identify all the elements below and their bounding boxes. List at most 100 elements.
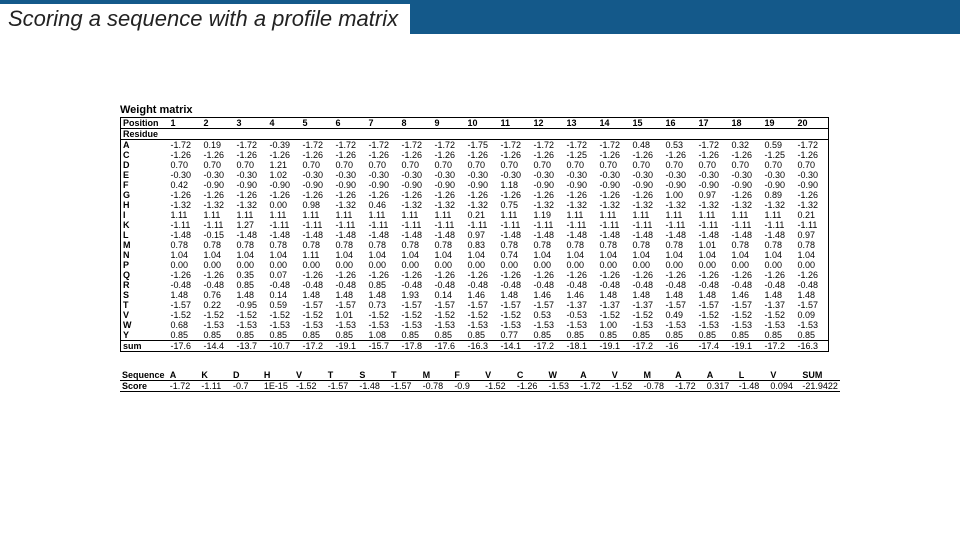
cell: 0.00 <box>400 260 433 270</box>
cell: -1.53 <box>499 320 532 330</box>
cell: 0.53 <box>532 310 565 320</box>
cell: -1.52 <box>433 310 466 320</box>
cell: -1.26 <box>697 150 730 160</box>
cell: 0.78 <box>367 240 400 250</box>
cell: -1.53 <box>546 381 578 392</box>
cell: -1.52 <box>400 310 433 320</box>
cell: -1.11 <box>763 220 796 230</box>
cell: -1.53 <box>466 320 499 330</box>
cell: -1.26 <box>664 270 697 280</box>
cell: -1.57 <box>796 300 829 310</box>
cell: 0.74 <box>499 250 532 260</box>
cell: 1.48 <box>664 290 697 300</box>
cell: -1.26 <box>334 150 367 160</box>
cell: 1.46 <box>565 290 598 300</box>
cell: 0.46 <box>367 200 400 210</box>
cell: -1.26 <box>565 190 598 200</box>
cell: 0.00 <box>301 260 334 270</box>
cell: 0.00 <box>697 260 730 270</box>
table-row: T-1.570.22-0.950.59-1.57-1.570.73-1.57-1… <box>121 300 829 310</box>
cell: 0.09 <box>796 310 829 320</box>
cell: -1.11 <box>565 220 598 230</box>
cell: -0.48 <box>433 280 466 290</box>
cell: -1.26 <box>598 150 631 160</box>
cell: -1.57 <box>326 381 358 392</box>
cell: 0.70 <box>664 160 697 170</box>
cell: 0.70 <box>796 160 829 170</box>
cell: 1.04 <box>466 250 499 260</box>
table-row: L-1.48-0.15-1.48-1.48-1.48-1.48-1.48-1.4… <box>121 230 829 240</box>
cell: 1.11 <box>301 210 334 220</box>
cell: -1.72 <box>334 140 367 151</box>
cell: -1.32 <box>664 200 697 210</box>
cell: -1.48 <box>499 230 532 240</box>
cell: 1.11 <box>763 210 796 220</box>
cell: W <box>121 320 169 330</box>
cell: 0.00 <box>565 260 598 270</box>
cell: -17.2 <box>631 341 664 352</box>
cell: -1.32 <box>334 200 367 210</box>
cell: 1.11 <box>664 210 697 220</box>
cell: -1.57 <box>664 300 697 310</box>
cell: 1.11 <box>631 210 664 220</box>
cell: 0.70 <box>730 160 763 170</box>
cell: -1.57 <box>532 300 565 310</box>
cell: -1.11 <box>598 220 631 230</box>
cell: -17.2 <box>301 341 334 352</box>
cell: -1.52 <box>499 310 532 320</box>
cell: -1.52 <box>631 310 664 320</box>
cell: -1.26 <box>664 150 697 160</box>
title-bar: Scoring a sequence with a profile matrix <box>0 0 960 34</box>
cell: 0.70 <box>169 160 202 170</box>
cell: -1.48 <box>664 230 697 240</box>
cell: 0.85 <box>631 330 664 341</box>
cell: 0.78 <box>169 240 202 250</box>
header-cell <box>235 129 268 140</box>
cell: -1.53 <box>664 320 697 330</box>
cell: 1.11 <box>301 250 334 260</box>
cell: 1.04 <box>697 250 730 260</box>
cell: -0.48 <box>598 280 631 290</box>
header-cell: Sequence <box>120 370 168 381</box>
cell: Q <box>121 270 169 280</box>
score-table: SequenceAKDHVTSTMFVCWAVMAALVSUM Score-1.… <box>120 370 840 392</box>
cell: 0.094 <box>768 381 800 392</box>
table-row: W0.68-1.53-1.53-1.53-1.53-1.53-1.53-1.53… <box>121 320 829 330</box>
cell: -1.52 <box>235 310 268 320</box>
cell: -1.57 <box>301 300 334 310</box>
cell: -1.32 <box>697 200 730 210</box>
table-row: R-0.48-0.480.85-0.48-0.48-0.480.85-0.48-… <box>121 280 829 290</box>
cell: 0.78 <box>796 240 829 250</box>
header-cell: K <box>199 370 231 381</box>
cell: M <box>121 240 169 250</box>
cell: 1.11 <box>202 210 235 220</box>
cell: -0.48 <box>532 280 565 290</box>
cell: 0.00 <box>499 260 532 270</box>
cell: 1.18 <box>499 180 532 190</box>
cell: -1.72 <box>673 381 705 392</box>
cell: -0.30 <box>697 170 730 180</box>
header-cell: T <box>326 370 358 381</box>
cell: 0.85 <box>697 330 730 341</box>
cell: -1.48 <box>334 230 367 240</box>
cell: 1.11 <box>169 210 202 220</box>
cell: -1.26 <box>466 150 499 160</box>
cell: -1.26 <box>730 270 763 280</box>
cell: 0.85 <box>367 280 400 290</box>
cell: -1.26 <box>763 270 796 280</box>
header-cell: 14 <box>598 118 631 129</box>
cell: -1.11 <box>367 220 400 230</box>
cell: -13.7 <box>235 341 268 352</box>
cell: -1.11 <box>697 220 730 230</box>
header-cell: F <box>452 370 483 381</box>
cell: -0.30 <box>334 170 367 180</box>
cell: 0.14 <box>433 290 466 300</box>
cell: -1.72 <box>168 381 200 392</box>
cell: 0.85 <box>235 330 268 341</box>
cell: 0.14 <box>268 290 301 300</box>
score-row: Score-1.72-1.11-0.71E-15-1.52-1.57-1.48-… <box>120 381 840 392</box>
cell: Y <box>121 330 169 341</box>
cell: -1.26 <box>515 381 547 392</box>
cell: -1.26 <box>268 190 301 200</box>
table-row: K-1.11-1.111.27-1.11-1.11-1.11-1.11-1.11… <box>121 220 829 230</box>
